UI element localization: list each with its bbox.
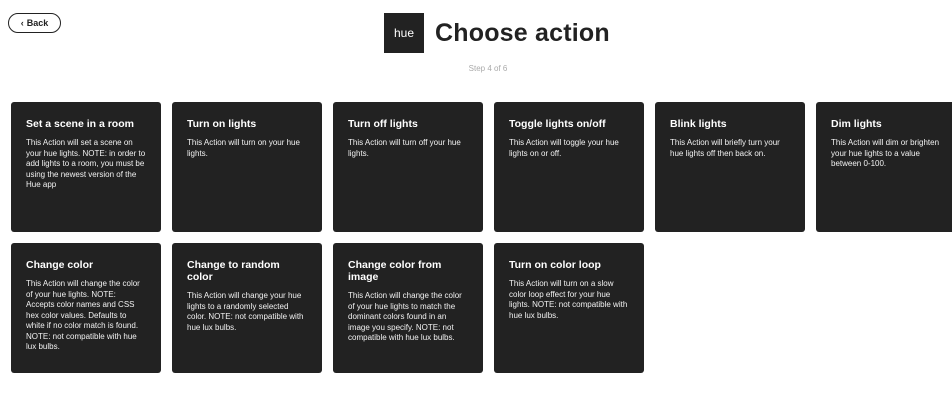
- action-card-toggle-lights[interactable]: Toggle lights on/off This Action will to…: [494, 102, 644, 232]
- action-grid: Set a scene in a room This Action will s…: [11, 102, 952, 373]
- action-card-title: Turn off lights: [348, 118, 418, 130]
- page: ‹ Back hue Choose action Step 4 of 6 Set…: [0, 0, 952, 403]
- action-card-title: Toggle lights on/off: [509, 118, 606, 130]
- action-card-title: Change color: [26, 259, 94, 271]
- action-card-blink-lights[interactable]: Blink lights This Action will briefly tu…: [655, 102, 805, 232]
- action-card-description: This Action will briefly turn your hue l…: [670, 138, 780, 158]
- action-card-title: Blink lights: [670, 118, 727, 130]
- action-card-color-from-image[interactable]: Change color from image This Action will…: [333, 243, 483, 373]
- action-card-color-loop[interactable]: Turn on color loop This Action will turn…: [494, 243, 644, 373]
- action-card-title: Set a scene in a room: [26, 118, 134, 130]
- hue-logo-text: hue: [393, 26, 415, 40]
- action-card-dim-lights[interactable]: Dim lights This Action will dim or brigh…: [816, 102, 952, 232]
- step-indicator: Step 4 of 6: [468, 64, 508, 73]
- action-card-description: This Action will change the color of you…: [348, 291, 462, 342]
- action-card-turn-on-lights[interactable]: Turn on lights This Action will turn on …: [172, 102, 322, 232]
- action-card-description: This Action will turn on your hue lights…: [187, 138, 300, 158]
- action-card-title: Dim lights: [831, 118, 882, 130]
- action-card-title: Change to random color: [187, 259, 280, 283]
- action-card-title: Turn on color loop: [509, 259, 601, 271]
- action-card-description: This Action will turn on a slow color lo…: [509, 279, 628, 320]
- page-title: Choose action: [435, 18, 610, 47]
- action-card-description: This Action will change the color of you…: [26, 279, 140, 351]
- action-card-description: This Action will turn off your hue light…: [348, 138, 461, 158]
- action-card-random-color[interactable]: Change to random color This Action will …: [172, 243, 322, 373]
- action-card-description: This Action will toggle your hue lights …: [509, 138, 619, 158]
- action-card-description: This Action will change your hue lights …: [187, 291, 304, 332]
- back-button-label: Back: [26, 18, 49, 28]
- action-card-set-scene[interactable]: Set a scene in a room This Action will s…: [11, 102, 161, 232]
- action-card-turn-off-lights[interactable]: Turn off lights This Action will turn of…: [333, 102, 483, 232]
- back-button[interactable]: ‹ Back: [8, 13, 61, 33]
- hue-logo: hue: [384, 13, 424, 53]
- action-card-description: This Action will set a scene on your hue…: [26, 138, 146, 189]
- action-card-title: Turn on lights: [187, 118, 257, 130]
- action-card-change-color[interactable]: Change color This Action will change the…: [11, 243, 161, 373]
- header: hue Choose action: [384, 13, 610, 53]
- action-card-description: This Action will dim or brighten your hu…: [831, 138, 940, 168]
- action-card-title: Change color from image: [348, 259, 442, 283]
- chevron-left-icon: ‹: [20, 18, 24, 28]
